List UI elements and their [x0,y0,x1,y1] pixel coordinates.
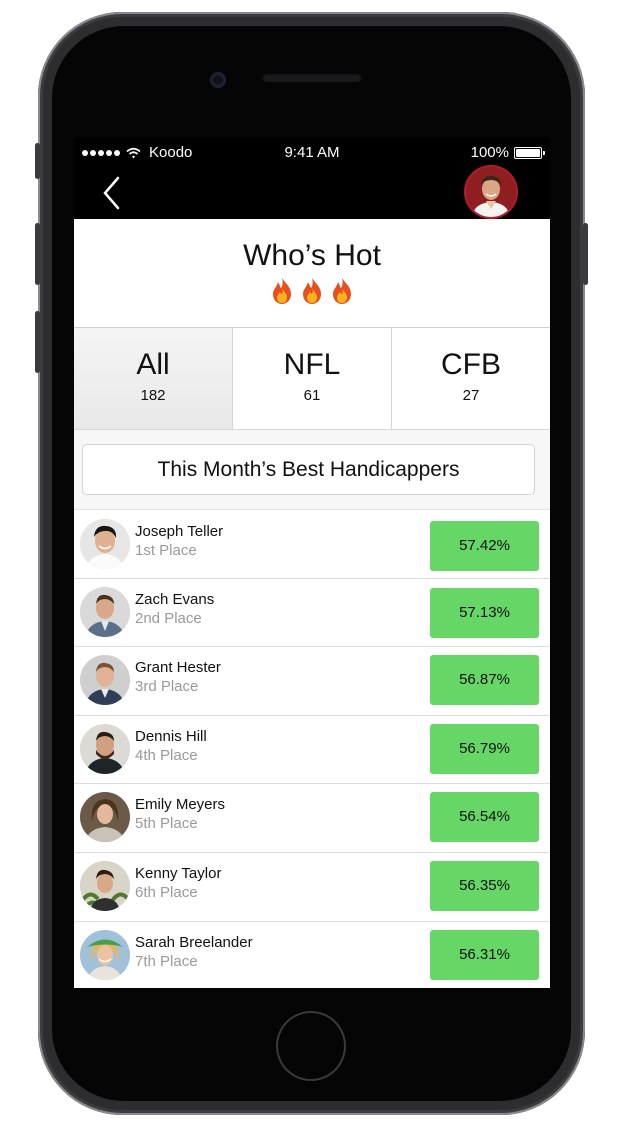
volume-down-button [35,311,40,373]
mute-switch [35,143,40,179]
fire-icon [333,278,351,304]
list-item[interactable]: Kenny Taylor 6th Place 56.35% [74,853,550,922]
list-item[interactable]: Grant Hester 3rd Place 56.87% [74,647,550,716]
win-percent-badge: 57.13% [430,588,539,638]
fire-icon [303,278,321,304]
win-percent-badge: 56.31% [430,930,539,980]
tab-count: 27 [462,387,480,404]
earpiece-speaker [262,73,362,82]
handicapper-name: Sarah Breelander [135,934,253,951]
list-item[interactable]: Joseph Teller 1st Place 57.42% [74,510,550,579]
handicapper-place: 3rd Place [135,678,199,695]
avatar [80,724,130,774]
win-percent-badge: 56.54% [430,792,539,842]
avatar [80,792,130,842]
home-button[interactable] [276,1011,346,1081]
section-header: This Month’s Best Handicappers [82,444,535,495]
tab-count: 182 [140,387,166,404]
fire-icon [273,278,291,304]
tab-cfb[interactable]: CFB 27 [392,328,550,429]
profile-avatar[interactable] [464,165,518,219]
avatar [80,587,130,637]
tab-label: CFB [441,348,501,381]
power-button [583,223,588,285]
back-button[interactable] [99,175,129,211]
filter-tabs: All 182 NFL 61 CFB 27 [74,328,550,430]
fire-icons [74,277,550,305]
handicapper-place: 2nd Place [135,610,202,627]
handicapper-name: Kenny Taylor [135,865,222,882]
list-item[interactable]: Zach Evans 2nd Place 57.13% [74,579,550,647]
tab-all[interactable]: All 182 [74,328,233,429]
content-area: Who’s Hot All 182 NFL 61 CFB 27 This Mon… [74,219,550,988]
handicapper-name: Grant Hester [135,659,221,676]
handicapper-name: Dennis Hill [135,728,207,745]
volume-up-button [35,223,40,285]
app-screen: Koodo 9:41 AM 100% Who’s Hot All 182 NFL… [74,137,550,988]
status-bar: Koodo 9:41 AM 100% [74,137,550,167]
page-header: Who’s Hot [74,219,550,328]
handicapper-place: 6th Place [135,884,198,901]
handicapper-place: 1st Place [135,542,197,559]
tab-nfl[interactable]: NFL 61 [233,328,392,429]
handicapper-name: Emily Meyers [135,796,226,813]
section-header-wrap: This Month’s Best Handicappers [74,430,550,510]
tab-label: All [136,348,170,381]
win-percent-badge: 57.42% [430,521,539,571]
tab-count: 61 [303,387,321,404]
avatar [466,167,516,217]
handicapper-place: 7th Place [135,953,198,970]
win-percent-badge: 56.79% [430,724,539,774]
nav-bar [74,165,550,219]
avatar [80,519,130,569]
avatar [80,861,130,911]
page-title: Who’s Hot [243,239,381,272]
handicapper-name: Zach Evans [135,591,215,608]
list-item[interactable]: Emily Meyers 5th Place 56.54% [74,784,550,853]
handicapper-list: Joseph Teller 1st Place 57.42% Zach Evan… [74,510,550,988]
list-item[interactable]: Dennis Hill 4th Place 56.79% [74,716,550,784]
avatar [80,930,130,980]
tab-label: NFL [283,348,341,381]
front-camera [210,72,226,88]
chevron-left-icon [103,176,120,210]
handicapper-place: 5th Place [135,815,198,832]
win-percent-badge: 56.87% [430,655,539,705]
list-item[interactable]: Sarah Breelander 7th Place 56.31% [74,922,550,988]
status-right: 100% [470,144,545,161]
handicapper-name: Joseph Teller [135,523,224,540]
avatar [80,655,130,705]
handicapper-place: 4th Place [135,747,198,764]
battery-icon [514,146,545,159]
win-percent-badge: 56.35% [430,861,539,911]
battery-percent: 100% [470,144,509,161]
